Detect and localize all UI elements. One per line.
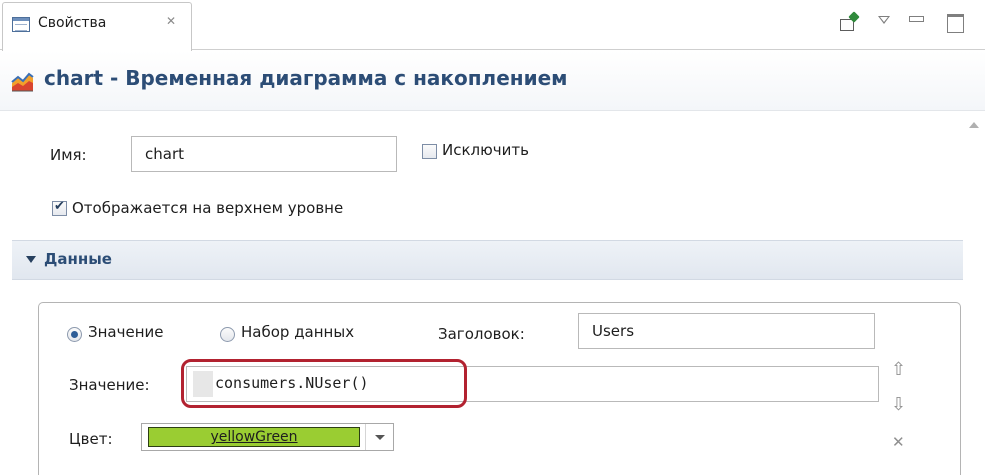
chevron-down-icon[interactable] — [365, 424, 393, 450]
arrow-down-icon[interactable]: ⇩ — [891, 396, 906, 414]
color-swatch: yellowGreen — [148, 427, 360, 447]
name-label: Имя: — [50, 146, 87, 164]
view-tab-bar: Свойства ✕ — [0, 0, 985, 51]
remove-icon[interactable]: ✕ — [892, 435, 905, 450]
arrow-up-icon[interactable]: ⇧ — [891, 361, 906, 379]
exclude-checkbox[interactable] — [422, 144, 437, 159]
tab-properties[interactable]: Свойства ✕ — [2, 2, 192, 51]
color-name: yellowGreen — [210, 429, 298, 445]
view-menu-icon[interactable] — [876, 12, 892, 34]
color-label: Цвет: — [69, 430, 113, 448]
value-label: Значение: — [69, 376, 150, 394]
tab-label: Свойства — [38, 15, 107, 31]
toplevel-checkbox[interactable] — [52, 199, 67, 216]
color-combo[interactable]: yellowGreen — [141, 423, 394, 451]
stack-chart-icon — [11, 72, 34, 92]
data-item-panel: Значение Набор данных Заголовок: Значени… — [38, 302, 961, 475]
scroll-up-icon[interactable] — [969, 122, 979, 128]
vertical-scrollbar[interactable] — [963, 112, 985, 475]
mode-value-label: Значение — [88, 323, 164, 341]
mode-value-radio[interactable] — [67, 327, 82, 342]
properties-header: chart - Временная диаграмма с накопление… — [0, 51, 985, 111]
exclude-label: Исключить — [442, 141, 529, 159]
expression-gutter — [193, 371, 213, 397]
pin-icon[interactable] — [838, 11, 860, 34]
properties-icon — [12, 17, 30, 32]
toplevel-label: Отображается на верхнем уровне — [72, 199, 344, 217]
section-label: Данные — [44, 250, 112, 268]
page-title: chart - Временная диаграмма с накопление… — [44, 66, 568, 90]
close-icon[interactable]: ✕ — [166, 14, 176, 28]
mode-dataset-radio[interactable] — [220, 327, 235, 342]
title-field[interactable] — [578, 313, 875, 349]
mode-dataset-label: Набор данных — [241, 323, 355, 341]
value-expression-field[interactable]: consumers.NUser() — [186, 366, 879, 402]
title-label: Заголовок: — [438, 325, 525, 343]
chevron-down-icon — [26, 256, 36, 263]
section-data-header[interactable]: Данные — [12, 240, 972, 280]
name-field[interactable] — [131, 136, 397, 172]
minimize-icon[interactable] — [908, 12, 924, 34]
properties-content: Имя: Исключить Отображается на верхнем у… — [0, 112, 985, 475]
maximize-icon[interactable] — [946, 12, 964, 34]
value-expression-text: consumers.NUser() — [215, 374, 369, 392]
